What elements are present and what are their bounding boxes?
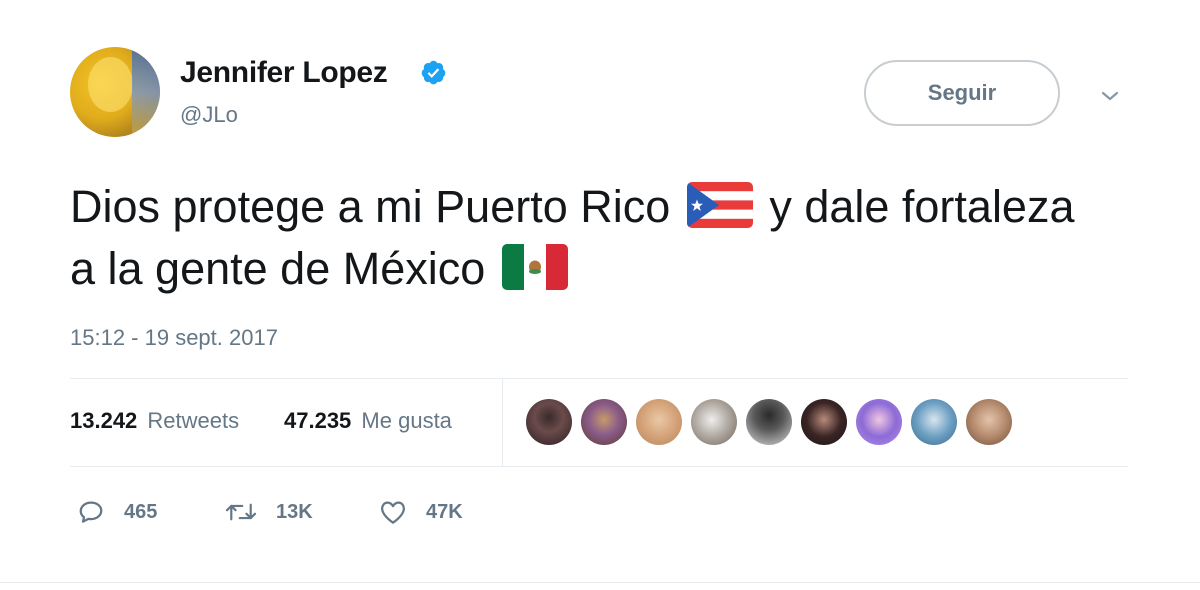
user-handle[interactable]: @JLo bbox=[180, 102, 238, 128]
divider bbox=[70, 378, 1128, 379]
tweet-card: Jennifer Lopez @JLo Seguir Dios protege … bbox=[0, 0, 1200, 590]
liker-avatar[interactable] bbox=[636, 399, 682, 445]
divider bbox=[70, 466, 1128, 467]
liker-avatar[interactable] bbox=[911, 399, 957, 445]
reply-icon bbox=[79, 501, 103, 523]
likes-count: 47.235 bbox=[284, 408, 352, 433]
mexico-flag-icon bbox=[501, 244, 568, 290]
likes-stat[interactable]: 47.235 Me gusta bbox=[284, 408, 452, 434]
tweet-text-part1: Dios protege a mi Puerto Rico bbox=[70, 181, 671, 232]
puerto-rico-flag-icon bbox=[686, 182, 753, 228]
avatar[interactable] bbox=[70, 47, 160, 137]
liker-avatar[interactable] bbox=[691, 399, 737, 445]
like-count: 47K bbox=[426, 500, 463, 523]
heart-icon bbox=[381, 501, 405, 524]
liker-avatar[interactable] bbox=[526, 399, 572, 445]
retweet-count: 13K bbox=[276, 500, 313, 523]
liker-avatar[interactable] bbox=[801, 399, 847, 445]
retweet-icon bbox=[225, 503, 257, 521]
display-name[interactable]: Jennifer Lopez bbox=[180, 56, 388, 90]
reply-count: 465 bbox=[124, 500, 158, 523]
retweets-label: Retweets bbox=[147, 408, 240, 433]
avatar-shade bbox=[132, 47, 160, 137]
liker-avatar[interactable] bbox=[746, 399, 792, 445]
verified-badge-icon bbox=[421, 60, 446, 85]
liker-avatar[interactable] bbox=[966, 399, 1012, 445]
retweet-action[interactable]: 13K bbox=[224, 496, 313, 528]
tweet-timestamp[interactable]: 15:12 - 19 sept. 2017 bbox=[70, 325, 278, 351]
retweets-stat[interactable]: 13.242 Retweets bbox=[70, 408, 239, 434]
liker-avatar[interactable] bbox=[581, 399, 627, 445]
avatar-highlight bbox=[88, 57, 133, 112]
liker-avatar[interactable] bbox=[856, 399, 902, 445]
like-action[interactable]: 47K bbox=[378, 496, 463, 528]
chevron-down-icon[interactable] bbox=[1098, 84, 1122, 108]
follow-button[interactable]: Seguir bbox=[864, 60, 1060, 126]
reply-action[interactable]: 465 bbox=[76, 496, 157, 528]
tweet-text: Dios protege a mi Puerto Rico y dale for… bbox=[70, 176, 1110, 300]
divider-vertical bbox=[502, 378, 503, 466]
likes-label: Me gusta bbox=[361, 408, 452, 433]
retweets-count: 13.242 bbox=[70, 408, 138, 433]
divider bbox=[0, 582, 1200, 583]
